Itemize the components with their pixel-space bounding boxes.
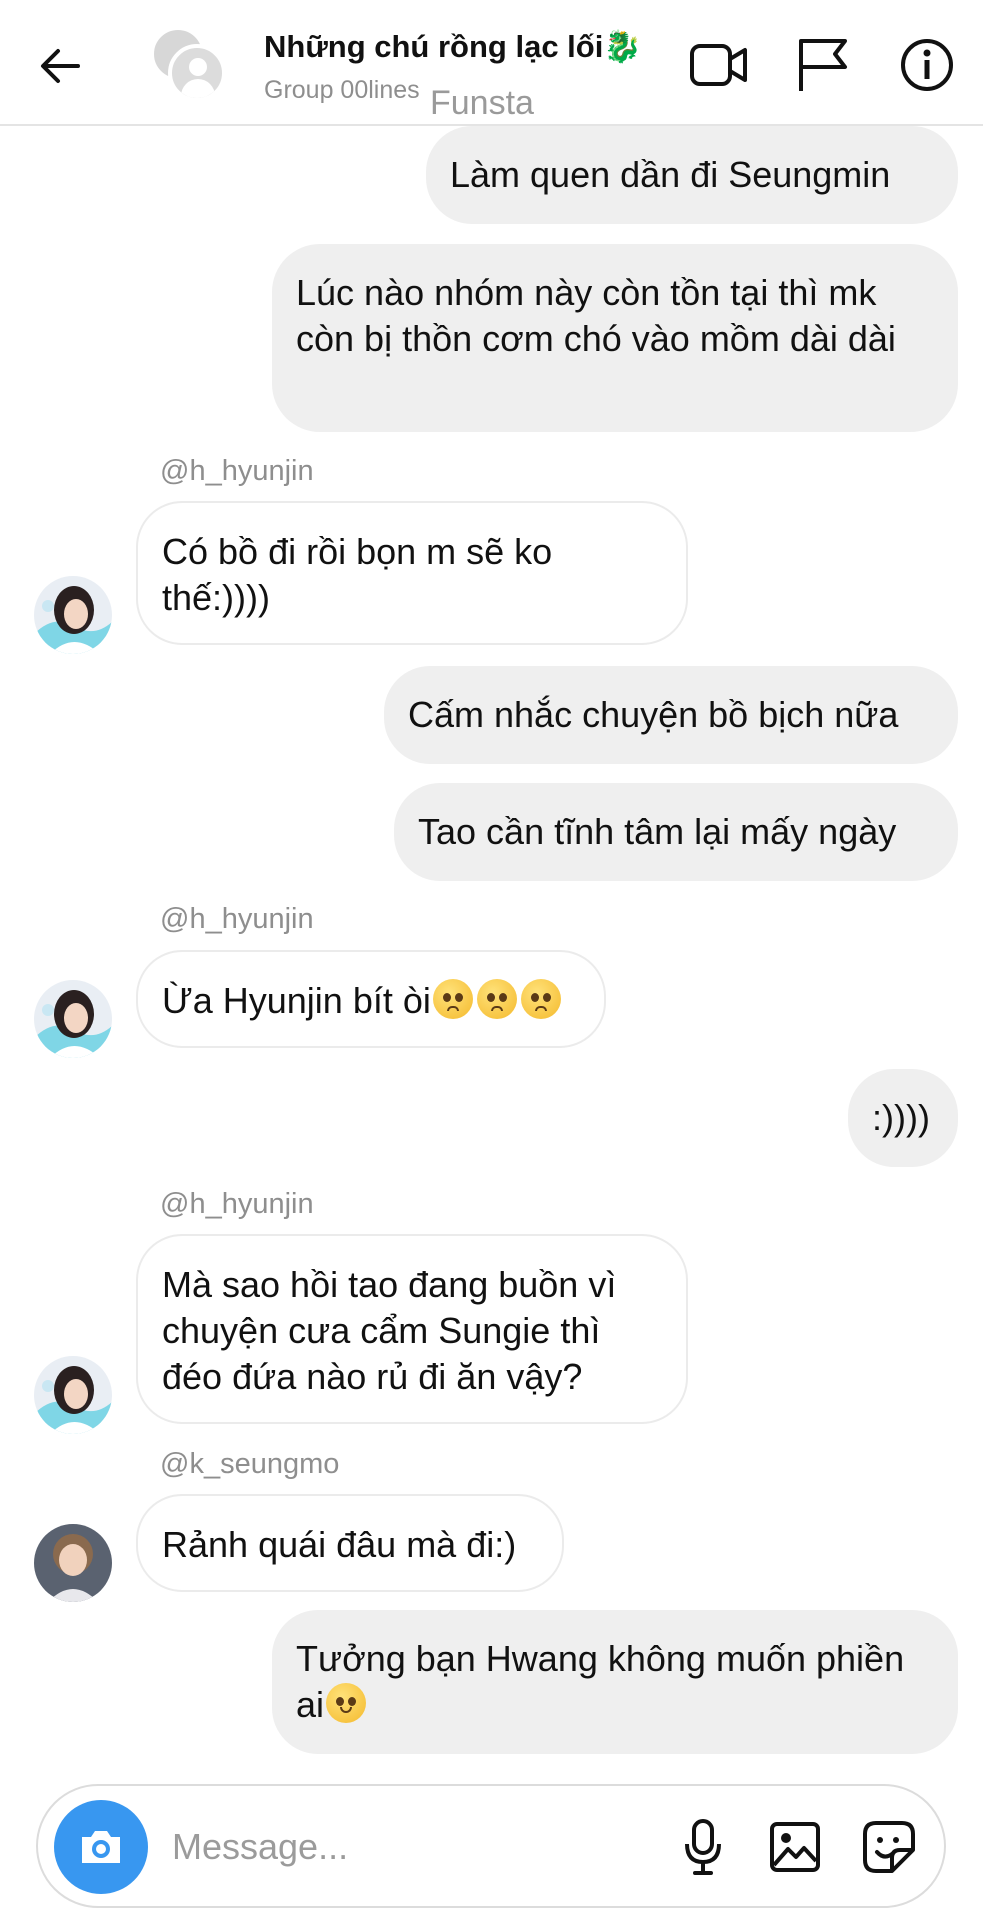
chat-subtitle: Group 00lines <box>264 76 420 104</box>
message-text: :)))) <box>872 1097 930 1138</box>
video-call-icon <box>690 44 747 86</box>
camera-icon <box>82 1831 120 1863</box>
sticker-icon <box>863 1821 915 1873</box>
message-bubble-incoming[interactable]: Rảnh quái đâu mà đi:) <box>136 1494 564 1592</box>
message-text: Làm quen dần đi Seungmin <box>450 154 891 195</box>
message-text: Lúc nào nhóm này còn tồn tại thì mk còn … <box>296 272 896 359</box>
smiling-face-emoji <box>326 1683 367 1723</box>
chat-header: Những chú rồng lạc lối🐉 Group 00lines Fu… <box>0 0 983 126</box>
sender-name: @k_seungmo <box>160 1448 340 1480</box>
message-bubble-outgoing[interactable]: Làm quen dần đi Seungmin <box>426 126 958 224</box>
chat-title[interactable]: Những chú rồng lạc lối🐉 <box>264 28 642 65</box>
gallery-button[interactable] <box>764 1816 826 1878</box>
message-text: Có bồ đi rồi bọn m sẽ ko thế:)))) <box>162 531 553 618</box>
flag-icon <box>799 39 847 91</box>
camera-button[interactable] <box>54 1800 148 1894</box>
message-text: Mà sao hồi tao đang buồn vì chuyện cưa c… <box>162 1264 617 1397</box>
message-text: Cấm nhắc chuyện bồ bịch nữa <box>408 694 899 735</box>
avatar-hyunjin[interactable] <box>34 576 112 654</box>
watermark: Funsta <box>430 84 534 122</box>
avatar-hyunjin[interactable] <box>34 1356 112 1434</box>
info-icon <box>901 39 953 91</box>
avatar-hyunjin[interactable] <box>34 980 112 1058</box>
message-input[interactable] <box>172 1820 522 1874</box>
message-bubble-outgoing[interactable]: Cấm nhắc chuyện bồ bịch nữa <box>384 666 958 764</box>
sticker-button[interactable] <box>858 1816 920 1878</box>
gallery-icon <box>770 1822 820 1872</box>
message-bubble-outgoing[interactable]: :)))) <box>848 1069 958 1167</box>
sender-name: @h_hyunjin <box>160 903 314 935</box>
message-bubble-incoming[interactable]: Mà sao hồi tao đang buồn vì chuyện cưa c… <box>136 1234 688 1424</box>
back-button[interactable] <box>30 38 90 94</box>
voice-message-button[interactable] <box>672 1816 734 1878</box>
message-bubble-incoming[interactable]: Ừa Hyunjin bít òi <box>136 950 606 1048</box>
back-arrow-icon <box>41 49 80 83</box>
microphone-icon <box>685 1819 721 1875</box>
sender-name: @h_hyunjin <box>160 1188 314 1220</box>
group-avatar[interactable] <box>150 26 226 102</box>
report-button[interactable] <box>792 34 854 96</box>
video-call-button[interactable] <box>688 34 750 96</box>
message-text: Tao cần tĩnh tâm lại mấy ngày <box>418 811 897 852</box>
avatar-seungmo[interactable] <box>34 1524 112 1602</box>
message-composer <box>36 1784 946 1908</box>
info-button[interactable] <box>896 34 958 96</box>
message-bubble-outgoing[interactable]: Lúc nào nhóm này còn tồn tại thì mk còn … <box>272 244 958 432</box>
message-bubble-incoming[interactable]: Có bồ đi rồi bọn m sẽ ko thế:)))) <box>136 501 688 645</box>
message-bubble-outgoing[interactable]: Tao cần tĩnh tâm lại mấy ngày <box>394 783 958 881</box>
message-text: Tưởng bạn Hwang không muốn phiền ai <box>296 1638 905 1725</box>
message-text: Ừa Hyunjin bít òi <box>162 980 431 1021</box>
sender-name: @h_hyunjin <box>160 455 314 487</box>
message-text: Rảnh quái đâu mà đi:) <box>162 1524 517 1565</box>
message-bubble-outgoing[interactable]: Tưởng bạn Hwang không muốn phiền ai <box>272 1610 958 1754</box>
pleading-face-emoji <box>431 979 563 1021</box>
